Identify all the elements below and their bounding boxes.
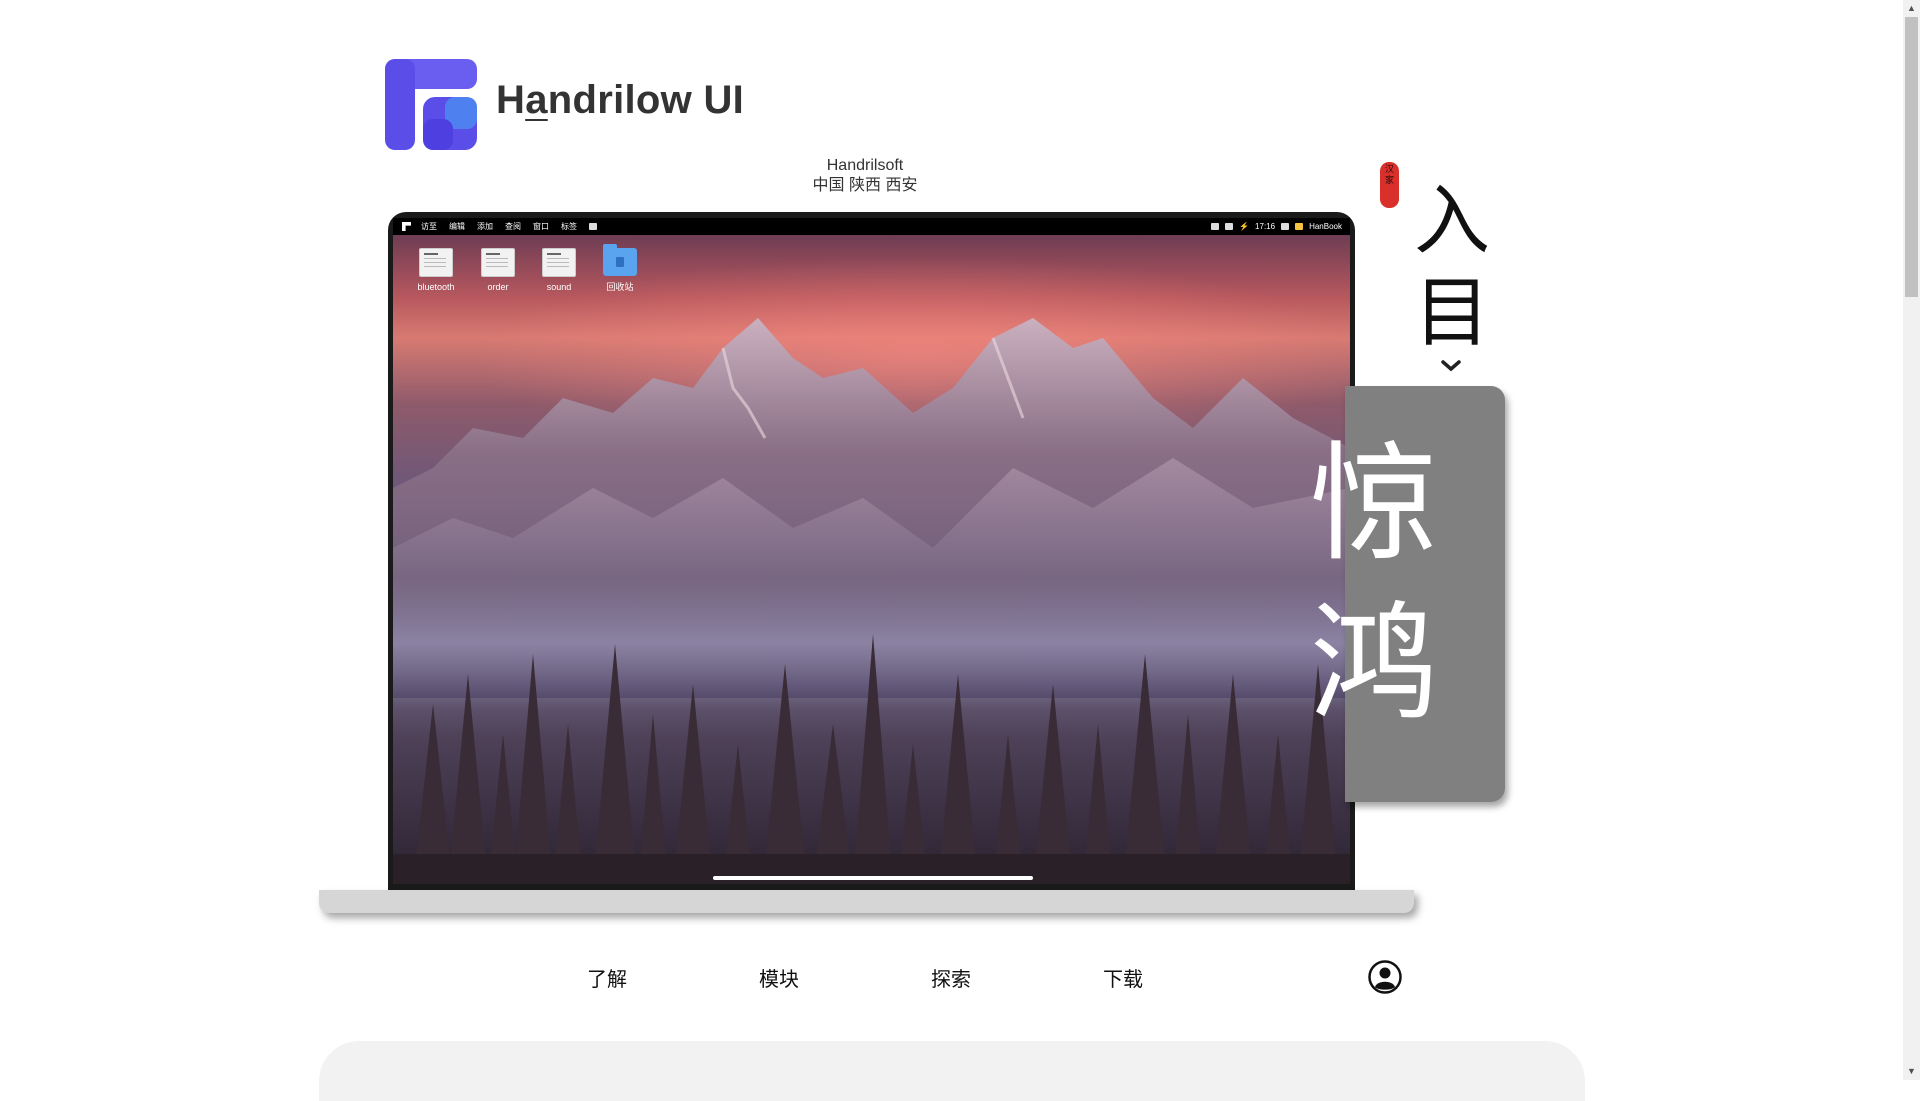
- device-name: HanBook: [1309, 222, 1342, 231]
- desktop-icon-order[interactable]: order: [473, 248, 523, 292]
- desktop-icon-bluetooth[interactable]: bluetooth: [411, 248, 461, 292]
- scroll-thumb[interactable]: [1905, 17, 1918, 297]
- handrilow-logo[interactable]: [385, 59, 477, 150]
- page: Handrilow UI Handrilsoft 中国 陕西 西安 访至 编辑 …: [0, 0, 1903, 1101]
- document-icon: [419, 248, 453, 277]
- home-indicator[interactable]: [713, 876, 1033, 880]
- scroll-down-icon[interactable]: ▼: [1903, 1063, 1920, 1080]
- pine-forest: [393, 634, 1350, 884]
- nav-item-learn[interactable]: 了解: [587, 963, 627, 992]
- clock[interactable]: 17:16: [1255, 222, 1275, 231]
- menu-item[interactable]: 访至: [421, 221, 437, 232]
- menu-item[interactable]: 窗口: [533, 221, 549, 232]
- wifi-icon[interactable]: [1211, 223, 1220, 230]
- scroll-up-icon[interactable]: ▲: [1903, 0, 1920, 17]
- app-icon[interactable]: [1295, 223, 1304, 230]
- company-info: Handrilsoft 中国 陕西 西安: [765, 156, 965, 196]
- brand-title: Handrilow UI: [496, 78, 745, 122]
- laptop-screen: 访至 编辑 添加 查阅 窗口 标签 ⚡ 17:16 HanBook blueto…: [388, 212, 1355, 890]
- vertical-title-char: 目: [1414, 268, 1490, 357]
- company-name: Handrilsoft: [826, 157, 904, 174]
- desktop-icon-sound[interactable]: sound: [534, 248, 584, 292]
- battery-icon[interactable]: [1225, 223, 1234, 230]
- document-icon: [542, 248, 576, 277]
- system-tray: ⚡ 17:16 HanBook: [1211, 222, 1342, 231]
- window-icon[interactable]: [589, 223, 597, 230]
- content-panel: [319, 1041, 1585, 1101]
- company-location: 中国 陕西 西安: [812, 177, 918, 194]
- big-word-char: 惊: [1310, 430, 1439, 579]
- nav-item-download[interactable]: 下载: [1103, 963, 1143, 992]
- big-word-char: 鸿: [1310, 590, 1439, 739]
- desktop-icon-label: order: [487, 282, 509, 292]
- volume-icon[interactable]: [1281, 223, 1290, 230]
- menu-item[interactable]: 添加: [477, 221, 493, 232]
- desktop-icon-label: bluetooth: [417, 282, 455, 292]
- desktop-wallpaper: 访至 编辑 添加 查阅 窗口 标签 ⚡ 17:16 HanBook blueto…: [393, 218, 1350, 884]
- chevron-down-icon[interactable]: [1440, 356, 1462, 376]
- document-icon: [481, 248, 515, 277]
- desktop-menubar: 访至 编辑 添加 查阅 窗口 标签 ⚡ 17:16 HanBook: [393, 218, 1350, 235]
- user-account-icon[interactable]: [1368, 960, 1402, 994]
- vertical-title[interactable]: 入 目: [1412, 175, 1492, 359]
- seal-stamp: 汉家: [1380, 162, 1399, 208]
- system-logo-icon[interactable]: [402, 222, 411, 231]
- charging-icon: ⚡: [1239, 222, 1250, 231]
- laptop-base: [319, 890, 1414, 913]
- desktop-icon-label: 回收站: [606, 282, 634, 292]
- menu-item[interactable]: 标签: [561, 221, 577, 232]
- vertical-title-char: 入: [1414, 176, 1490, 265]
- nav-item-modules[interactable]: 模块: [759, 963, 799, 992]
- desktop-icon-trash[interactable]: 回收站: [595, 244, 645, 293]
- desktop-icon-label: sound: [546, 282, 572, 292]
- menu-item[interactable]: 查阅: [505, 221, 521, 232]
- nav-item-explore[interactable]: 探索: [931, 963, 971, 992]
- trash-folder-icon: [603, 244, 637, 276]
- menu-item[interactable]: 编辑: [449, 221, 465, 232]
- page-scrollbar[interactable]: ▲ ▼: [1903, 0, 1920, 1080]
- big-word: 惊 鸿: [1310, 425, 1470, 745]
